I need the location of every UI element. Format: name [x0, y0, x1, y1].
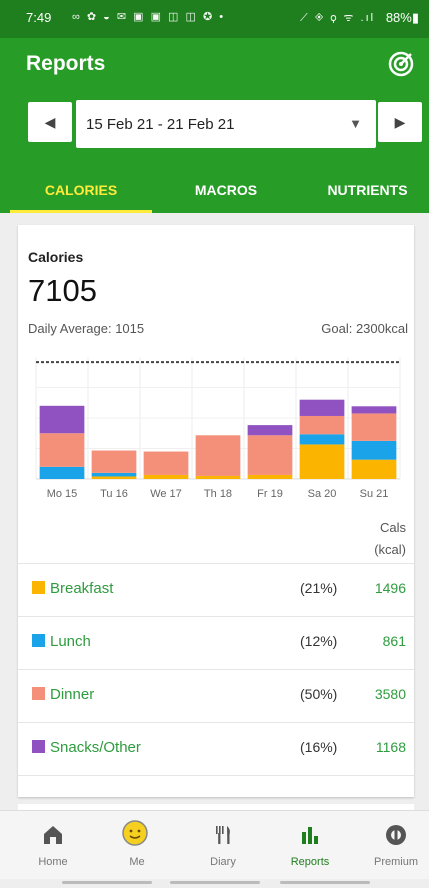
- summary-title: Calories: [28, 249, 84, 265]
- nav-me[interactable]: Me: [102, 815, 172, 875]
- nav-premium[interactable]: Premium: [361, 815, 429, 875]
- next-week-button[interactable]: ▶: [378, 102, 422, 142]
- meal-name: Snacks/Other: [50, 739, 141, 756]
- bar-segment-breakfast: [143, 474, 189, 479]
- x-tick-label: Th 18: [204, 488, 232, 500]
- active-tab-indicator: [10, 210, 152, 213]
- nav-label: Diary: [210, 856, 236, 868]
- bar-segment-dinner: [351, 413, 397, 441]
- date-range-dropdown[interactable]: 15 Feb 21 - 21 Feb 21 ▼: [76, 100, 376, 148]
- bar-segment-snacks-other: [299, 399, 345, 416]
- meal-percent: (12%): [300, 633, 338, 649]
- status-time: 7:49: [26, 10, 52, 25]
- bar-chart-icon: [302, 827, 318, 844]
- page-title: Reports: [26, 52, 106, 75]
- x-tick-label: Su 21: [360, 488, 389, 500]
- avatar-icon: [122, 820, 148, 846]
- meal-percent: (50%): [300, 686, 338, 702]
- previous-week-button[interactable]: ◀: [28, 102, 72, 142]
- battery-level: 88%▮: [385, 10, 419, 25]
- snacks-swatch: [32, 740, 45, 753]
- bar-segment-breakfast: [351, 459, 397, 479]
- status-bar: 7:49 ∞ ✿ ◒ ✉ ▣ ▣ ◫ ◫ ✪ • ⟋ ◈ ⚲ ᯤ .ıl 88%…: [0, 0, 429, 38]
- weekly-calories-chart: Mo 15 Tu 16 We 17 Th 18 Fr 19 Sa 20 Su 21: [35, 357, 401, 500]
- meal-row-lunch[interactable]: Lunch (12%) 861: [18, 616, 414, 669]
- cals-header-line2: (kcal): [374, 542, 406, 557]
- meal-row-breakfast[interactable]: Breakfast (21%) 1496: [18, 563, 414, 616]
- nav-reports[interactable]: Reports: [275, 815, 345, 875]
- calorie-goal: Goal: 2300kcal: [321, 321, 408, 336]
- meal-name: Dinner: [50, 686, 95, 703]
- gesture-bar-right: [280, 881, 370, 884]
- x-tick-label: Mo 15: [47, 488, 78, 500]
- bar-segment-dinner: [247, 435, 293, 475]
- bar-segment-lunch: [299, 434, 345, 445]
- x-tick-label: Sa 20: [308, 488, 337, 500]
- bar-segment-snacks-other: [39, 405, 85, 434]
- meal-name: Breakfast: [50, 580, 114, 597]
- fork-knife-icon: [216, 826, 230, 844]
- nav-label: Premium: [373, 856, 418, 868]
- home-icon: [44, 826, 62, 844]
- chevron-right-icon: ▶: [394, 113, 406, 130]
- report-tabs: CALORIES MACROS NUTRIENTS: [0, 167, 429, 213]
- meal-kcal: 1168: [375, 739, 406, 755]
- cals-header-line1: Cals: [379, 520, 406, 535]
- calories-report-card: Calories 7105 Daily Average: 1015 Goal: …: [18, 225, 414, 797]
- app-bar: Reports: [0, 38, 429, 90]
- meal-name: Lunch: [50, 633, 91, 650]
- x-tick-label: Tu 16: [100, 488, 128, 500]
- bar-segment-breakfast: [247, 474, 293, 479]
- bar-segment-snacks-other: [351, 406, 397, 414]
- cals-column-header: Cals (kcal): [374, 517, 406, 561]
- nav-diary[interactable]: Diary: [188, 815, 258, 875]
- bar-segment-snacks-other: [247, 425, 293, 436]
- bar-segment-breakfast: [91, 476, 137, 479]
- x-tick-label: Fr 19: [257, 488, 283, 500]
- premium-icon: [386, 825, 406, 845]
- bar-segment-dinner: [39, 433, 85, 467]
- gesture-bar-center: [170, 881, 260, 884]
- tab-nutrients[interactable]: NUTRIENTS: [300, 167, 429, 213]
- bar-segment-breakfast: [299, 444, 345, 479]
- date-range-label: 15 Feb 21 - 21 Feb 21: [86, 116, 235, 133]
- nav-label: Home: [38, 856, 68, 868]
- nav-label: Reports: [290, 856, 330, 868]
- gesture-bar-left: [62, 881, 152, 884]
- signal-icons: ⟋ ◈ ⚲ ᯤ .ıl: [300, 12, 376, 24]
- tab-macros[interactable]: MACROS: [155, 167, 297, 213]
- nav-label: Me: [129, 856, 145, 868]
- lunch-swatch: [32, 634, 45, 647]
- nav-home[interactable]: Home: [18, 815, 88, 875]
- x-tick-label: We 17: [150, 488, 182, 500]
- meal-row-snacks[interactable]: Snacks/Other (16%) 1168: [18, 722, 414, 776]
- bar-segment-dinner: [299, 415, 345, 435]
- breakfast-swatch: [32, 581, 45, 594]
- date-range-bar: ◀ 15 Feb 21 - 21 Feb 21 ▼ ▶: [0, 90, 429, 167]
- bar-segment-lunch: [91, 472, 137, 477]
- total-calories: 7105: [28, 273, 97, 308]
- bar-segment-dinner: [195, 435, 241, 476]
- bar-segment-lunch: [39, 466, 85, 479]
- dinner-swatch: [32, 687, 45, 700]
- bar-segment-dinner: [91, 450, 137, 473]
- meal-kcal: 3580: [374, 686, 406, 702]
- target-icon[interactable]: [387, 50, 415, 78]
- bar-segment-dinner: [143, 451, 189, 475]
- notification-icons: ∞ ✿ ◒ ✉ ▣ ▣ ◫ ◫ ✪ •: [72, 11, 226, 23]
- chevron-left-icon: ◀: [44, 113, 56, 130]
- chevron-down-icon: ▼: [349, 116, 362, 131]
- meal-kcal: 1496: [374, 580, 406, 596]
- tab-calories[interactable]: CALORIES: [10, 167, 152, 213]
- meal-percent: (16%): [300, 739, 338, 755]
- meal-kcal: 861: [382, 633, 406, 649]
- meal-percent: (21%): [300, 580, 338, 596]
- meal-row-dinner[interactable]: Dinner (50%) 3580: [18, 669, 414, 722]
- bar-segment-lunch: [351, 440, 397, 460]
- bar-segment-breakfast: [195, 475, 241, 479]
- daily-average: Daily Average: 1015: [28, 321, 145, 336]
- bottom-navigation: Home Me Diary Reports Premium: [0, 810, 429, 879]
